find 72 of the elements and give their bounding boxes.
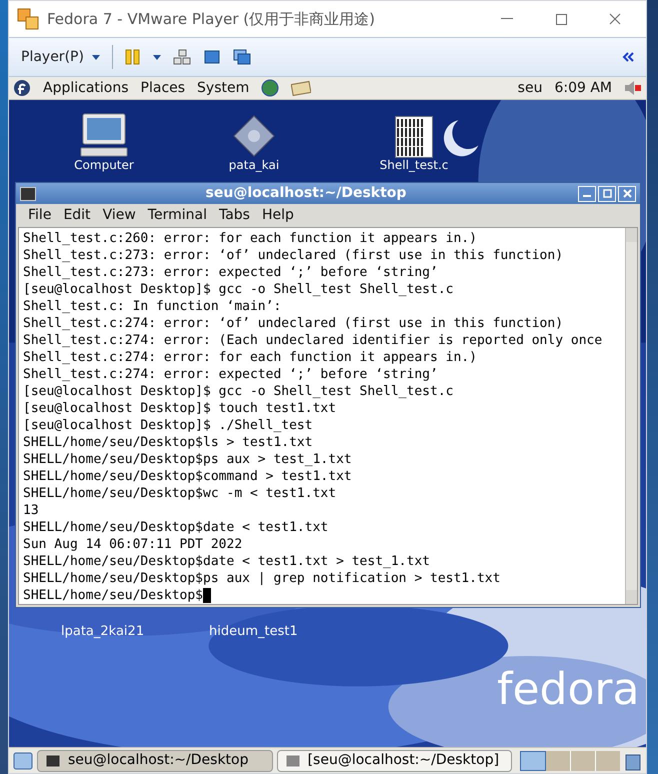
- minimize-icon: [501, 18, 513, 20]
- caret-icon[interactable]: [152, 54, 161, 60]
- terminal-line: Shell_test.c:273: error: expected ‘;’ before ‘string’: [23, 264, 438, 281]
- fullscreen-icon[interactable]: [202, 49, 221, 65]
- terminal-line: SHELL/home/seu/Desktop$wc -m < test1.txt: [23, 485, 336, 502]
- scrollbar[interactable]: [625, 228, 637, 604]
- player-menu-button[interactable]: Player(P): [21, 46, 100, 68]
- terminal-line: SHELL/home/seu/Desktop$date < test1.txt > test_1.txt: [23, 553, 430, 570]
- desktop-icon-label[interactable]: Shell_test.c: [380, 158, 448, 172]
- package-icon: [232, 114, 276, 158]
- desktop-icon-label[interactable]: hideum_test1: [209, 622, 298, 642]
- mail-icon[interactable]: [291, 80, 312, 96]
- terminal-icon: [20, 186, 36, 200]
- menu-item[interactable]: Help: [262, 205, 294, 226]
- close-icon: [622, 189, 632, 198]
- terminal-line: SHELL/home/seu/Desktop$ps aux > test_1.txt: [23, 451, 352, 468]
- close-icon: [609, 13, 621, 25]
- show-desktop-icon[interactable]: [13, 752, 33, 770]
- speaker-muted-icon[interactable]: [624, 80, 642, 96]
- maximize-icon: [602, 189, 612, 198]
- workspace-switcher[interactable]: [520, 750, 620, 770]
- terminal-line: Shell_test.c:273: error: ‘of’ undeclared (first use in this function): [23, 247, 564, 264]
- terminal-line: Shell_test.c:274: error: ‘of’ undeclared (first use in this function): [23, 315, 564, 332]
- panel-menu[interactable]: Places: [140, 78, 186, 98]
- terminal-line: SHELL/home/seu/Desktop$date < test1.txt: [23, 519, 328, 536]
- terminal-line: [seu@localhost Desktop]$ touch test1.txt: [23, 400, 336, 417]
- desktop-icon-label[interactable]: Computer: [74, 158, 134, 172]
- globe-icon[interactable]: [261, 79, 280, 97]
- clock[interactable]: 6:09 AM: [554, 78, 612, 98]
- terminal-line: Shell_test.c:260: error: for each function it appears in.): [23, 230, 477, 247]
- collapse-icon[interactable]: [622, 52, 634, 62]
- terminal-line: Shell_test.c: In function ‘main’:: [23, 298, 282, 315]
- app-logo-icon: [17, 8, 39, 30]
- maximize-button[interactable]: [598, 186, 616, 202]
- desktop-icon-label[interactable]: pata_kai: [228, 158, 280, 172]
- wallpaper-logo: fedora: [497, 668, 640, 712]
- terminal-line: 13: [23, 502, 39, 519]
- windows-icon[interactable]: [232, 49, 251, 65]
- terminal-line: [seu@localhost Desktop]$ gcc -o Shell_test Shell_test.c: [23, 281, 454, 298]
- panel-menu[interactable]: System: [197, 78, 250, 98]
- terminal-line: Shell_test.c:274: error: for each function it appears in.): [23, 349, 477, 366]
- menu-item[interactable]: Edit: [63, 205, 91, 226]
- terminal-line: SHELL/home/seu/Desktop$ps aux | grep notification > test1.txt: [23, 570, 500, 587]
- user-label: seu: [518, 78, 542, 98]
- terminal-line: [seu@localhost Desktop]$ ./Shell_test: [23, 417, 313, 434]
- computer-icon: [79, 112, 129, 158]
- terminal-line: SHELL/home/seu/Desktop$ls > test1.txt: [23, 434, 313, 451]
- terminal-icon: [286, 754, 300, 766]
- window-title: Fedora 7 - VMware Player (仅用于非商业用途): [47, 8, 376, 30]
- fedora-logo-icon: [13, 79, 31, 97]
- minimize-button[interactable]: [578, 186, 596, 202]
- menu-item[interactable]: Tabs: [218, 205, 250, 226]
- maximize-icon: [556, 14, 566, 24]
- terminal-line: [seu@localhost Desktop]$ gcc -o Shell_test Shell_test.c: [23, 383, 454, 400]
- taskbar-button[interactable]: [seu@localhost:~/Desktop]: [276, 750, 512, 772]
- terminal-line: SHELL/home/seu/Desktop$command > test1.txt: [23, 468, 352, 485]
- terminal-line: Shell_test.c:274: error: expected ‘;’ before ‘string’: [23, 366, 438, 383]
- caret-icon: [92, 54, 100, 60]
- taskbar-button[interactable]: seu@localhost:~/Desktop: [36, 750, 273, 772]
- terminal-line: Sun Aug 14 06:07:11 PDT 2022: [23, 536, 242, 553]
- terminal-title: seu@localhost:~/Desktop: [204, 184, 408, 203]
- terminal-line: SHELL/home/seu/Desktop$: [23, 587, 212, 604]
- menu-item[interactable]: Terminal: [148, 205, 207, 226]
- terminal-line: Shell_test.c:274: error: (Each undeclared identifier is reported only once: [23, 332, 602, 349]
- terminal-icon: [46, 754, 60, 766]
- panel-menu[interactable]: Applications: [43, 78, 129, 98]
- source-file-icon: [395, 116, 433, 158]
- menu-item[interactable]: File: [28, 205, 52, 226]
- desktop-icon-label[interactable]: lpata_2kai21: [61, 622, 144, 642]
- menu-item[interactable]: View: [102, 205, 136, 226]
- pause-icon[interactable]: [124, 49, 141, 65]
- close-button[interactable]: [618, 186, 636, 202]
